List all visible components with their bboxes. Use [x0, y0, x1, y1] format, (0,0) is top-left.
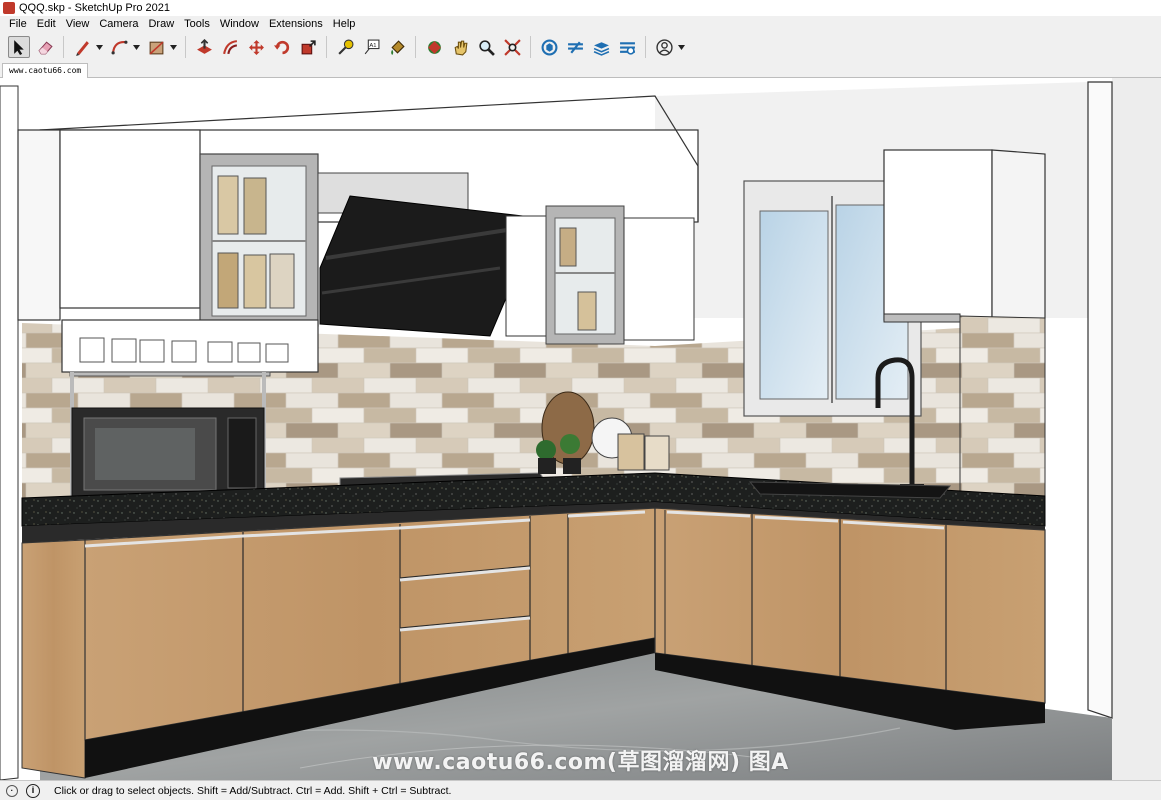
window-title: QQQ.skp - SketchUp Pro 2021	[19, 2, 171, 14]
chevron-down-icon	[170, 44, 177, 50]
orbit-tool-button[interactable]	[423, 36, 445, 58]
menu-tools[interactable]: Tools	[179, 18, 215, 30]
account-button[interactable]	[653, 36, 675, 58]
scale-icon	[301, 39, 316, 54]
drawing-viewport[interactable]: www.caotu66.com(草图溜溜网) 图A	[0, 78, 1161, 780]
scene-tab[interactable]: www.caotu66.com	[2, 63, 89, 78]
menu-edit[interactable]: Edit	[32, 18, 61, 30]
account-dropdown[interactable]	[677, 36, 686, 58]
text-label-icon: A1	[364, 39, 379, 54]
arc-tool-dropdown[interactable]	[132, 36, 141, 58]
zoom-extents-tool-button[interactable]	[501, 36, 523, 58]
text-tool-button[interactable]: A1	[360, 36, 382, 58]
eraser-icon	[37, 40, 53, 54]
geo-location-icon[interactable]: ·	[6, 784, 18, 797]
toolbar-separator	[530, 36, 531, 58]
layers-stack-icon	[593, 41, 609, 56]
menu-view[interactable]: View	[61, 18, 95, 30]
arc-icon	[111, 40, 127, 54]
scene-tabs: www.caotu66.com	[0, 62, 1161, 78]
rotate-tool-button[interactable]	[271, 36, 293, 58]
3d-warehouse-button[interactable]	[538, 36, 560, 58]
menu-draw[interactable]: Draw	[143, 18, 179, 30]
extension-manager-icon	[619, 41, 635, 55]
title-bar: QQQ.skp - SketchUp Pro 2021	[0, 0, 1161, 16]
rectangle-icon	[149, 41, 163, 54]
menu-window[interactable]: Window	[215, 18, 264, 30]
sketchup-logo-icon	[3, 2, 15, 14]
zoom-tool-button[interactable]	[475, 36, 497, 58]
move-tool-button[interactable]	[245, 36, 267, 58]
chevron-down-icon	[133, 44, 140, 50]
magnifier-icon	[478, 39, 495, 56]
status-text: Click or drag to select objects. Shift =…	[54, 784, 452, 797]
arrow-cursor-icon	[13, 39, 24, 55]
chevron-down-icon	[96, 44, 103, 50]
tape-measure-icon	[337, 39, 353, 55]
extension-manager-button[interactable]	[616, 36, 638, 58]
orbit-icon	[427, 40, 441, 54]
zoom-extents-icon	[503, 38, 521, 56]
offset-icon	[222, 39, 237, 54]
menu-extensions[interactable]: Extensions	[264, 18, 328, 30]
toolbar-separator	[326, 36, 327, 58]
rectangle-tool-button[interactable]	[145, 36, 167, 58]
eraser-tool-button[interactable]	[34, 36, 56, 58]
status-bar: · i Click or drag to select objects. Shi…	[0, 780, 1161, 800]
layout-button[interactable]	[590, 36, 612, 58]
offset-tool-button[interactable]	[219, 36, 241, 58]
svg-text:A1: A1	[369, 42, 376, 48]
extension-warehouse-button[interactable]	[564, 36, 586, 58]
paint-bucket-icon	[390, 39, 405, 55]
menu-camera[interactable]: Camera	[94, 18, 143, 30]
rectangle-tool-dropdown[interactable]	[169, 36, 178, 58]
toolbar-separator	[415, 36, 416, 58]
scale-tool-button[interactable]	[297, 36, 319, 58]
chevron-down-icon	[678, 44, 685, 50]
toolbar-separator	[645, 36, 646, 58]
rotate-icon	[273, 40, 289, 54]
select-tool-button[interactable]	[8, 36, 30, 58]
line-tool-dropdown[interactable]	[95, 36, 104, 58]
menu-bar: File Edit View Camera Draw Tools Window …	[0, 16, 1161, 32]
toolbar-separator	[63, 36, 64, 58]
kitchen-model-render	[0, 78, 1161, 780]
menu-help[interactable]: Help	[328, 18, 361, 30]
push-pull-tool-button[interactable]	[193, 36, 215, 58]
paint-bucket-tool-button[interactable]	[386, 36, 408, 58]
tape-measure-tool-button[interactable]	[334, 36, 356, 58]
pencil-icon	[75, 40, 89, 56]
toolbar-separator	[185, 36, 186, 58]
info-icon[interactable]: i	[26, 783, 40, 798]
arc-tool-button[interactable]	[108, 36, 130, 58]
user-account-icon	[655, 38, 673, 56]
pan-tool-button[interactable]	[449, 36, 471, 58]
main-toolbar: A1	[0, 32, 1161, 62]
push-pull-icon	[196, 38, 212, 54]
hand-icon	[454, 40, 467, 56]
watermark-text: www.caotu66.com(草图溜溜网) 图A	[372, 750, 789, 775]
move-arrows-icon	[248, 39, 264, 55]
line-tool-button[interactable]	[71, 36, 93, 58]
menu-file[interactable]: File	[4, 18, 32, 30]
warehouse-icon	[541, 39, 557, 55]
extension-warehouse-icon	[567, 41, 583, 53]
